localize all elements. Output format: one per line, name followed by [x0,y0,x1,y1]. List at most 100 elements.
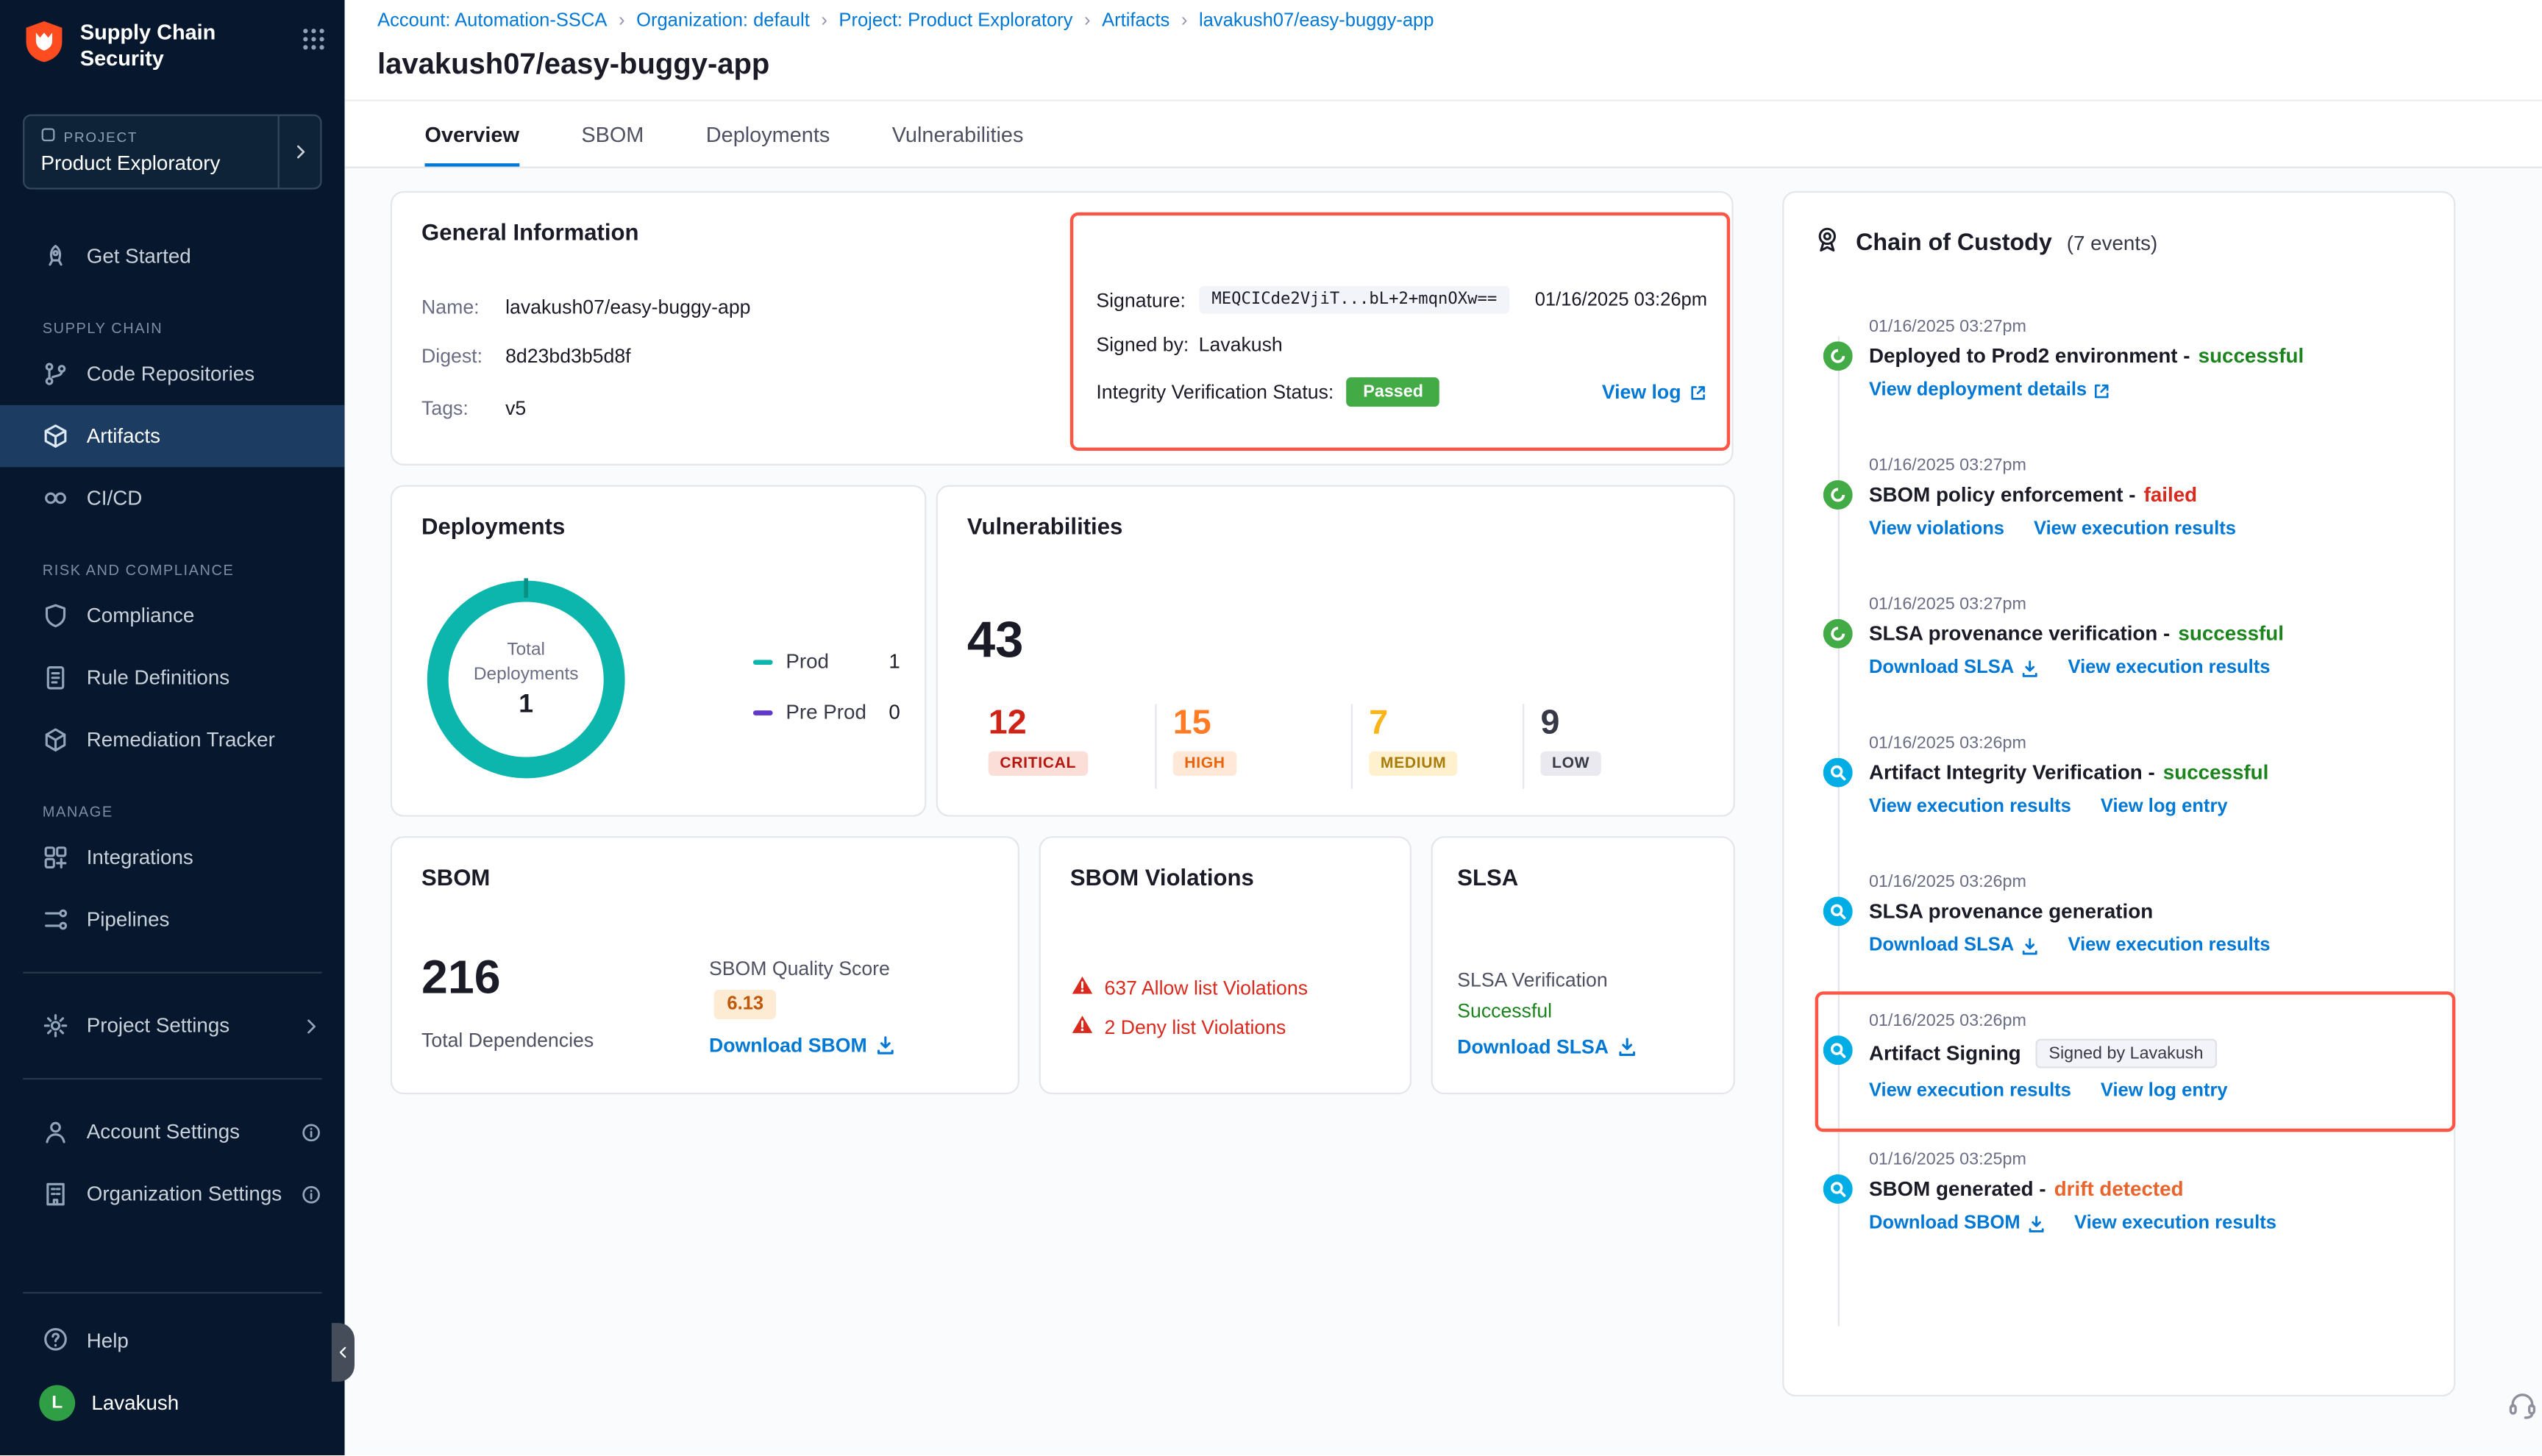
download-slsa-link[interactable]: Download SLSA [1869,936,2039,956]
chain-of-custody-header: Chain of Custody (7 events) [1813,226,2157,262]
digest-label: Digest: [421,345,500,368]
sidebar-item-label: Account Settings [87,1121,240,1143]
sidebar-item-label: Project Settings [87,1014,229,1037]
breadcrumb-project[interactable]: Project: Product Exploratory [839,12,1102,32]
slsa-verification-status: Successful [1457,999,1552,1022]
sbom-quality-score-badge: 6.13 [714,990,777,1019]
event-slsa-provenance-verification: 01/16/2025 03:27pm SLSA provenance verif… [1823,594,2431,712]
tab-sbom[interactable]: SBOM [581,101,644,167]
slsa-verification-label: SLSA Verification [1457,968,1607,991]
sidebar-item-remediation-tracker[interactable]: Remediation Tracker [0,709,345,771]
tab-overview[interactable]: Overview [424,101,519,167]
allow-list-violations-link[interactable]: 637 Allow list Violations [1072,975,1308,999]
tab-bar: Overview SBOM Deployments Vulnerabilitie… [345,101,2542,168]
chat-assistant-icon[interactable] [2506,1388,2538,1421]
card-title: SBOM Violations [1070,864,1254,891]
view-execution-results-link[interactable]: View execution results [2074,1213,2276,1233]
apps-grid-icon[interactable] [302,28,325,59]
tab-deployments[interactable]: Deployments [706,101,830,167]
severity-badge: MEDIUM [1369,752,1458,776]
event-title: SLSA provenance verification - [1869,622,2170,645]
pre-prod-swatch [753,710,773,715]
breadcrumb-account[interactable]: Account: Automation-SSCA [377,12,636,32]
legend-pre-prod: Pre Prod 0 [753,699,900,726]
view-log-entry-link[interactable]: View log entry [2101,1081,2228,1101]
view-violations-link[interactable]: View violations [1869,519,2004,539]
download-icon [2027,1214,2045,1232]
signature-value: MEQCICde2VjiT...bL+2+mqnOXw== [1199,286,1510,314]
sidebar-item-artifacts[interactable]: Artifacts [0,405,345,467]
sidebar-collapse-button[interactable] [332,1323,355,1382]
severity-medium: 7 MEDIUM [1351,704,1458,788]
project-name: Product Exploratory [41,152,278,175]
project-icon [41,127,56,145]
sidebar-item-label: Rule Definitions [87,666,229,689]
user-menu[interactable]: L Lavakush [0,1367,345,1439]
sidebar-item-account-settings[interactable]: Account Settings [0,1101,345,1163]
project-chevron-icon[interactable] [278,116,321,188]
section-manage: MANAGE [43,804,345,820]
deployments-legend: Prod 1 Pre Prod 0 [753,649,900,750]
chain-of-custody-title: Chain of Custody [1856,230,2052,257]
sidebar-item-integrations[interactable]: Integrations [0,827,345,888]
sidebar-item-compliance[interactable]: Compliance [0,585,345,646]
view-execution-results-link[interactable]: View execution results [2034,519,2236,539]
severity-low: 9 LOW [1523,704,1601,788]
sidebar-item-cicd[interactable]: CI/CD [0,467,345,529]
event-timestamp: 01/16/2025 03:26pm [1869,733,2431,753]
breadcrumb-organization[interactable]: Organization: default [636,12,839,32]
severity-count: 7 [1369,704,1458,741]
sbom-total-label: Total Dependencies [421,1029,594,1052]
name-value: lavakush07/easy-buggy-app [505,296,750,318]
view-execution-results-link[interactable]: View execution results [2068,658,2270,678]
signature-section: Signature: MEQCICde2VjiT...bL+2+mqnOXw==… [1096,286,1733,407]
prod-swatch [753,659,773,664]
breadcrumb: Account: Automation-SSCA Organization: d… [377,12,1434,32]
pipeline-icon [43,907,69,933]
view-deployment-details-link[interactable]: View deployment details [1869,381,2112,401]
severity-count: 15 [1173,704,1237,741]
deny-list-violations-link[interactable]: 2 Deny list Violations [1072,1014,1286,1038]
deployments-card: Deployments Total Deployments 1 Prod 1 [391,485,927,817]
view-execution-results-link[interactable]: View execution results [2068,936,2270,956]
sbom-quality-label: SBOM Quality Score [709,957,890,980]
download-slsa-link[interactable]: Download SLSA [1869,658,2039,678]
event-artifact-signing: 01/16/2025 03:26pm Artifact Signing Sign… [1823,1011,2431,1129]
sidebar-item-label: Compliance [87,604,195,627]
sidebar-item-pipelines[interactable]: Pipelines [0,888,345,950]
project-selector-text: PROJECT Product Exploratory [24,116,277,188]
sidebar-item-help[interactable]: Help [0,1315,345,1367]
rocket-icon [43,243,69,270]
view-log-entry-link[interactable]: View log entry [2101,797,2228,817]
sidebar-item-get-started[interactable]: Get Started [0,226,345,288]
event-title: SLSA provenance generation [1869,900,2153,923]
breadcrumb-artifacts[interactable]: Artifacts [1102,12,1199,32]
brand-title: Supply Chain Security [80,20,230,73]
view-execution-results-link[interactable]: View execution results [1869,1081,2071,1101]
sidebar-item-project-settings[interactable]: Project Settings [0,995,345,1057]
vulnerabilities-card: Vulnerabilities 43 12 CRITICAL 15 HIGH 7… [936,485,1735,817]
breadcrumb-current[interactable]: lavakush07/easy-buggy-app [1199,12,1434,32]
legend-value: 1 [889,650,900,673]
sidebar-nav: Get Started SUPPLY CHAIN Code Repositori… [0,226,345,1225]
event-deployed-to-prod2: 01/16/2025 03:27pm Deployed to Prod2 env… [1823,317,2431,435]
scan-step-icon-blue [1823,758,1853,788]
gear-icon [43,1013,69,1039]
legend-label: Prod [786,650,829,673]
tab-vulnerabilities[interactable]: Vulnerabilities [892,101,1024,167]
project-selector[interactable]: PROJECT Product Exploratory [23,114,321,189]
sidebar-item-rule-definitions[interactable]: Rule Definitions [0,647,345,709]
download-sbom-link[interactable]: Download SBOM [709,1034,894,1057]
main-content: General Information Name: lavakush07/eas… [345,168,2542,1455]
view-execution-results-link[interactable]: View execution results [1869,797,2071,817]
branch-icon [43,361,69,388]
sidebar-item-organization-settings[interactable]: Organization Settings [0,1163,345,1224]
sidebar-item-label: Pipelines [87,908,170,931]
signed-by-value: Lavakush [1199,333,1283,356]
download-slsa-link[interactable]: Download SLSA [1457,1035,1637,1058]
help-icon [43,1325,69,1356]
sidebar-item-code-repositories[interactable]: Code Repositories [0,343,345,404]
view-log-link[interactable]: View log [1602,381,1707,404]
download-sbom-link[interactable]: Download SBOM [1869,1213,2045,1233]
pipeline-step-icon-green [1823,619,1853,649]
